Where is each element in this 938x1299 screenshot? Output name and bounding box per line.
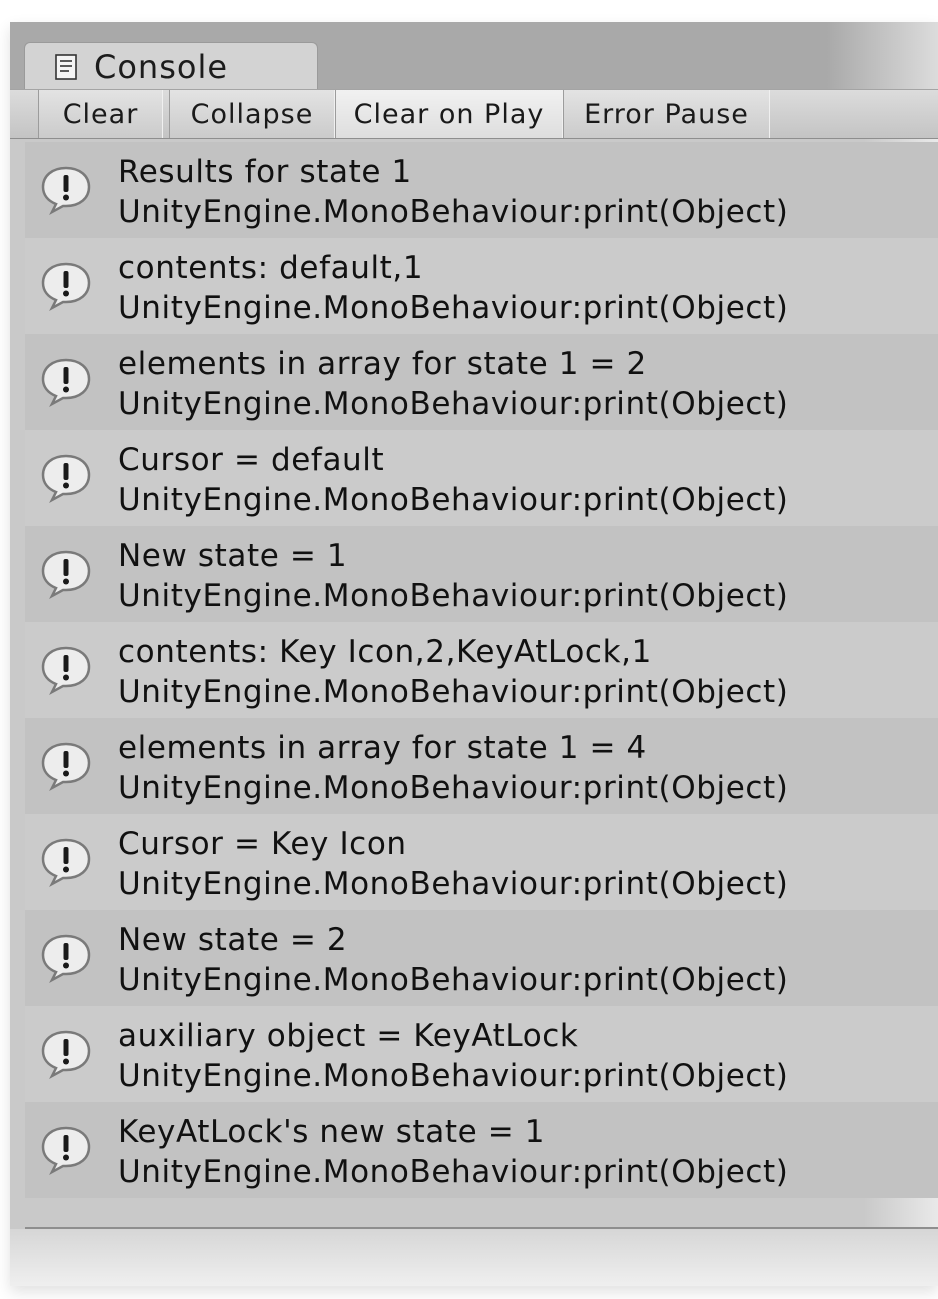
tab-strip: Console xyxy=(10,22,938,90)
log-entry-message: contents: default,1 xyxy=(118,250,424,286)
warning-speech-bubble-icon xyxy=(39,164,93,216)
log-list: Results for state 1 UnityEngine.MonoBehav… xyxy=(25,142,938,1198)
tab-console[interactable]: Console xyxy=(24,42,318,90)
log-entry-source: UnityEngine.MonoBehaviour:print(Object) xyxy=(118,962,789,998)
log-entry-source: UnityEngine.MonoBehaviour:print(Object) xyxy=(118,770,789,806)
log-entry-source: UnityEngine.MonoBehaviour:print(Object) xyxy=(118,194,789,230)
log-entry[interactable]: Cursor = Key Icon UnityEngine.MonoBehavio… xyxy=(25,814,938,910)
error-pause-button[interactable]: Error Pause xyxy=(563,90,770,138)
log-entry-message: New state = 2 xyxy=(118,922,348,958)
log-entry-message: elements in array for state 1 = 4 xyxy=(118,730,647,766)
warning-speech-bubble-icon xyxy=(39,644,93,696)
log-entry[interactable]: contents: default,1 UnityEngine.MonoBehav… xyxy=(25,238,938,334)
console-document-icon xyxy=(54,53,78,80)
log-entry[interactable]: auxiliary object = KeyAtLock UnityEngine.… xyxy=(25,1006,938,1102)
log-entry[interactable]: elements in array for state 1 = 2 UnityEn… xyxy=(25,334,938,430)
warning-speech-bubble-icon xyxy=(39,260,93,312)
log-entry[interactable]: Cursor = default UnityEngine.MonoBehaviou… xyxy=(25,430,938,526)
tab-console-label: Console xyxy=(94,47,229,86)
log-entry-source: UnityEngine.MonoBehaviour:print(Object) xyxy=(118,1154,789,1190)
log-entry-source: UnityEngine.MonoBehaviour:print(Object) xyxy=(118,386,789,422)
clear-on-play-toggle[interactable]: Clear on Play xyxy=(335,90,563,138)
warning-speech-bubble-icon xyxy=(39,548,93,600)
log-entry-message: New state = 1 xyxy=(118,538,348,574)
log-entry-source: UnityEngine.MonoBehaviour:print(Object) xyxy=(118,1058,789,1094)
log-entry-message: auxiliary object = KeyAtLock xyxy=(118,1018,579,1054)
log-entry-message: Cursor = Key Icon xyxy=(118,826,407,862)
warning-speech-bubble-icon xyxy=(39,740,93,792)
warning-speech-bubble-icon xyxy=(39,1028,93,1080)
log-entry-message: contents: Key Icon,2,KeyAtLock,1 xyxy=(118,634,652,670)
collapse-button[interactable]: Collapse xyxy=(169,90,335,138)
log-entry-source: UnityEngine.MonoBehaviour:print(Object) xyxy=(118,866,789,902)
log-entry-source: UnityEngine.MonoBehaviour:print(Object) xyxy=(118,578,789,614)
console-window: Console Clear Collapse Clear on Play Err… xyxy=(10,22,938,1286)
log-entry-source: UnityEngine.MonoBehaviour:print(Object) xyxy=(118,482,789,518)
log-entry[interactable]: elements in array for state 1 = 4 UnityEn… xyxy=(25,718,938,814)
log-entry-source: UnityEngine.MonoBehaviour:print(Object) xyxy=(118,674,789,710)
log-entry[interactable]: contents: Key Icon,2,KeyAtLock,1 UnityEng… xyxy=(25,622,938,718)
log-entry[interactable]: KeyAtLock's new state = 1 UnityEngine.Mon… xyxy=(25,1102,938,1198)
warning-speech-bubble-icon xyxy=(39,452,93,504)
log-entry-message: Results for state 1 xyxy=(118,154,412,190)
warning-speech-bubble-icon xyxy=(39,932,93,984)
warning-speech-bubble-icon xyxy=(39,1124,93,1176)
console-toolbar: Clear Collapse Clear on Play Error Pause xyxy=(10,89,938,139)
log-entry[interactable]: Results for state 1 UnityEngine.MonoBehav… xyxy=(25,142,938,238)
log-entry[interactable]: New state = 2 UnityEngine.MonoBehaviour:p… xyxy=(25,910,938,1006)
log-entry-source: UnityEngine.MonoBehaviour:print(Object) xyxy=(118,290,789,326)
warning-speech-bubble-icon xyxy=(39,356,93,408)
warning-speech-bubble-icon xyxy=(39,836,93,888)
log-entry[interactable]: New state = 1 UnityEngine.MonoBehaviour:p… xyxy=(25,526,938,622)
log-entry-message: elements in array for state 1 = 2 xyxy=(118,346,647,382)
console-detail-area xyxy=(10,1229,938,1286)
clear-button[interactable]: Clear xyxy=(38,90,163,138)
log-entry-message: KeyAtLock's new state = 1 xyxy=(118,1114,546,1150)
log-entry-message: Cursor = default xyxy=(118,442,385,478)
